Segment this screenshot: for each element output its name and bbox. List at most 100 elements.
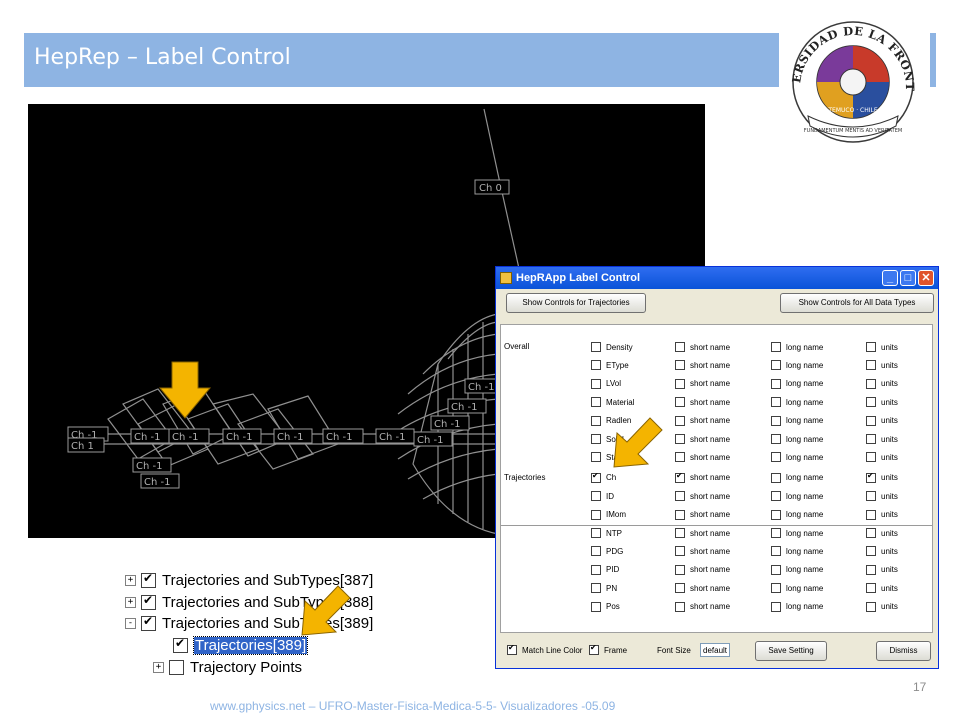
long-checkbox[interactable]: long name <box>771 397 823 408</box>
checkbox-box[interactable] <box>771 360 781 371</box>
frame-checkbox[interactable]: Frame <box>589 643 627 655</box>
checkbox-box[interactable] <box>591 452 601 463</box>
checkbox-box[interactable] <box>591 471 601 483</box>
checkbox-box[interactable] <box>771 434 781 444</box>
close-icon[interactable]: ✕ <box>918 270 934 286</box>
checkbox-box[interactable] <box>866 434 876 444</box>
checkbox-box[interactable] <box>675 583 685 594</box>
long-checkbox[interactable]: long name <box>771 583 823 594</box>
checkbox-box[interactable] <box>675 528 685 538</box>
checkbox-box[interactable] <box>589 643 599 655</box>
minimize-icon[interactable]: _ <box>882 270 898 286</box>
collapse-icon[interactable]: - <box>125 617 136 629</box>
tree-checkbox[interactable] <box>173 636 188 653</box>
short-checkbox[interactable]: short name <box>675 564 730 575</box>
checkbox-box[interactable] <box>771 472 781 483</box>
checkbox-box[interactable] <box>507 643 517 655</box>
checkbox-box[interactable] <box>591 378 601 389</box>
checkbox-box[interactable] <box>866 415 876 426</box>
short-checkbox[interactable]: short name <box>675 528 730 538</box>
long-checkbox[interactable]: long name <box>771 528 823 538</box>
font-size-input[interactable]: default <box>700 643 730 657</box>
units-checkbox[interactable]: units <box>866 360 898 371</box>
checkbox-box[interactable] <box>771 601 781 612</box>
units-checkbox[interactable]: units <box>866 415 898 426</box>
attr-checkbox[interactable]: IMom <box>591 509 626 520</box>
short-checkbox[interactable]: short name <box>675 397 730 408</box>
long-checkbox[interactable]: long name <box>771 509 823 520</box>
checkbox-box[interactable] <box>866 397 876 408</box>
checkbox-box[interactable] <box>675 546 685 557</box>
attr-checkbox[interactable]: LVol <box>591 378 621 389</box>
checkbox-box[interactable] <box>866 583 876 594</box>
checkbox-box[interactable] <box>771 397 781 408</box>
attr-checkbox[interactable]: PID <box>591 564 619 575</box>
checkbox-box[interactable] <box>866 509 876 520</box>
short-checkbox[interactable]: short name <box>675 378 730 389</box>
tree-checkbox[interactable] <box>169 659 184 675</box>
checkbox-box[interactable] <box>591 583 601 594</box>
expand-icon[interactable]: + <box>153 661 164 673</box>
checkbox-box[interactable] <box>675 452 685 463</box>
checkbox-box[interactable] <box>771 528 781 538</box>
attr-checkbox[interactable]: Pos <box>591 601 620 612</box>
checkbox-box[interactable] <box>866 491 876 502</box>
checkbox-box[interactable] <box>866 360 876 371</box>
maximize-icon[interactable]: □ <box>900 270 916 286</box>
checkbox-box[interactable] <box>771 583 781 594</box>
checkbox-box[interactable] <box>675 378 685 389</box>
checkbox-box[interactable] <box>771 564 781 575</box>
expand-icon[interactable]: + <box>125 596 136 608</box>
checkbox-box[interactable] <box>591 434 601 444</box>
attr-checkbox[interactable]: Ch <box>591 471 616 483</box>
attr-checkbox[interactable]: Density <box>591 342 633 352</box>
checkbox-box[interactable] <box>675 415 685 426</box>
checkbox-box[interactable] <box>866 342 876 352</box>
checkbox-box[interactable] <box>675 434 685 444</box>
checkbox-box[interactable] <box>675 397 685 408</box>
checkbox-box[interactable] <box>675 491 685 502</box>
units-checkbox[interactable]: units <box>866 342 898 352</box>
checkbox-box[interactable] <box>591 601 601 612</box>
units-checkbox[interactable]: units <box>866 397 898 408</box>
short-checkbox[interactable]: short name <box>675 601 730 612</box>
long-checkbox[interactable]: long name <box>771 452 823 463</box>
long-checkbox[interactable]: long name <box>771 546 823 557</box>
long-checkbox[interactable]: long name <box>771 472 823 483</box>
short-checkbox[interactable]: short name <box>675 360 730 371</box>
short-checkbox[interactable]: short name <box>675 583 730 594</box>
checkbox-box[interactable] <box>771 452 781 463</box>
checkbox-box[interactable] <box>591 397 601 408</box>
checkbox-box[interactable] <box>771 509 781 520</box>
units-checkbox[interactable]: units <box>866 471 898 483</box>
checkbox-box[interactable] <box>591 415 601 426</box>
short-checkbox[interactable]: short name <box>675 452 730 463</box>
units-checkbox[interactable]: units <box>866 528 898 538</box>
units-checkbox[interactable]: units <box>866 546 898 557</box>
checkbox-box[interactable] <box>591 564 601 575</box>
tree-checkbox[interactable] <box>141 571 156 588</box>
checkbox-box[interactable] <box>591 491 601 502</box>
tree-checkbox[interactable] <box>141 614 156 631</box>
units-checkbox[interactable]: units <box>866 378 898 389</box>
long-checkbox[interactable]: long name <box>771 601 823 612</box>
match-line-color-checkbox[interactable]: Match Line Color <box>507 643 582 655</box>
checkbox-box[interactable] <box>591 509 601 520</box>
tree-row[interactable]: Trajectories[389] <box>173 635 309 655</box>
checkbox-box[interactable] <box>866 378 876 389</box>
tree-row-label[interactable]: Trajectory Points <box>190 659 302 676</box>
checkbox-box[interactable] <box>866 528 876 538</box>
checkbox-box[interactable] <box>771 378 781 389</box>
long-checkbox[interactable]: long name <box>771 491 823 502</box>
expand-icon[interactable]: + <box>125 574 136 586</box>
dialog-titlebar[interactable]: HepRApp Label Control _ □ ✕ <box>496 267 938 289</box>
checkbox-box[interactable] <box>591 528 601 538</box>
checkbox-box[interactable] <box>771 415 781 426</box>
short-checkbox[interactable]: short name <box>675 434 730 444</box>
units-checkbox[interactable]: units <box>866 434 898 444</box>
long-checkbox[interactable]: long name <box>771 434 823 444</box>
short-checkbox[interactable]: short name <box>675 509 730 520</box>
checkbox-box[interactable] <box>591 360 601 371</box>
checkbox-box[interactable] <box>675 471 685 483</box>
attr-checkbox[interactable]: PDG <box>591 546 623 557</box>
